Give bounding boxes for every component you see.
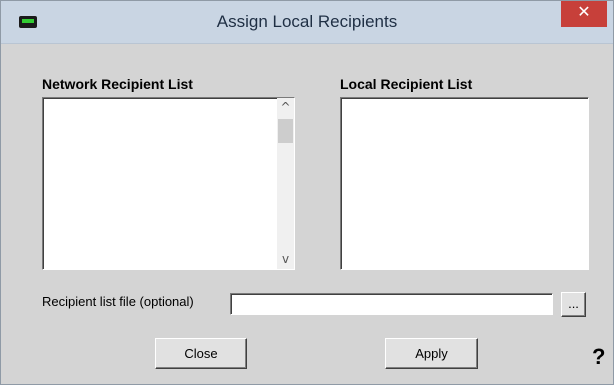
help-icon[interactable]: ?: [592, 344, 605, 370]
recipient-file-label: Recipient list file (optional): [42, 294, 194, 309]
window-title: Assign Local Recipients: [216, 12, 398, 31]
close-button[interactable]: Close: [155, 338, 247, 369]
local-list-label: Local Recipient List: [340, 76, 473, 92]
title-bar[interactable]: Assign Local Recipients ✕: [1, 1, 613, 44]
dialog-body: Network Recipient List ^ v Local Recipie…: [9, 44, 605, 378]
browse-button[interactable]: ...: [561, 292, 586, 317]
recipient-file-input[interactable]: [230, 293, 553, 315]
apply-button[interactable]: Apply: [385, 338, 478, 369]
close-window-button[interactable]: ✕: [561, 1, 607, 27]
network-recipient-list[interactable]: ^ v: [42, 97, 295, 270]
local-recipient-list[interactable]: [340, 97, 589, 270]
scroll-down-icon[interactable]: v: [277, 251, 294, 268]
scroll-up-icon[interactable]: ^: [277, 99, 294, 116]
scroll-thumb[interactable]: [278, 119, 293, 143]
dialog-window: Assign Local Recipients ✕ Network Recipi…: [0, 0, 614, 385]
network-list-label: Network Recipient List: [42, 76, 193, 92]
network-list-scrollbar[interactable]: ^ v: [277, 98, 294, 269]
